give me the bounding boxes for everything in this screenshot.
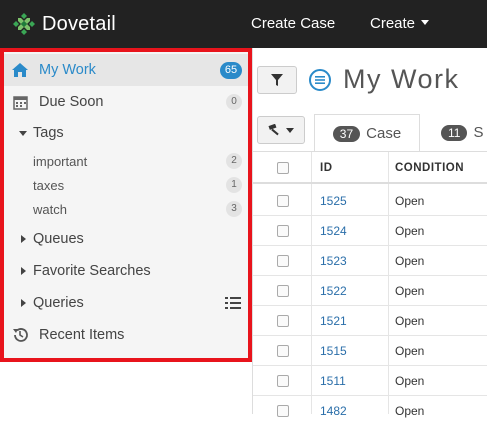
case-id-link[interactable]: 1525 [320,194,347,208]
sidebar: My Work 65 Due Soon 0 Tags important 2 t… [0,48,252,414]
table-row: 1482 Open [253,396,487,426]
sidebar-item-favorite-searches[interactable]: Favorite Searches [4,255,248,287]
case-condition: Open [395,254,425,268]
chevron-right-icon [14,230,32,248]
table-row: 1522 Open [253,276,487,306]
row-checkbox[interactable] [277,255,289,267]
caret-down-icon [286,127,294,133]
table-row: 1523 Open [253,246,487,276]
table-row: 1515 Open [253,336,487,366]
tab-count-badge: 11 [441,124,468,141]
tag-label: important [33,153,88,169]
count-badge: 0 [226,94,242,110]
sidebar-tag-important[interactable]: important 2 [4,149,248,173]
top-navbar: Dovetail Create Case Create [0,0,487,48]
tag-label: taxes [33,177,65,193]
sidebar-tag-watch[interactable]: watch 3 [4,197,248,221]
brand-name: Dovetail [42,12,116,35]
row-checkbox[interactable] [277,285,289,297]
table-row: 1525 Open [253,186,487,216]
chevron-right-icon [14,294,32,312]
sidebar-panel: My Work 65 Due Soon 0 Tags important 2 t… [0,48,252,362]
case-id-link[interactable]: 1522 [320,284,347,298]
history-icon [11,326,29,344]
table-row: 1511 Open [253,366,487,396]
row-checkbox[interactable] [277,225,289,237]
sidebar-item-queues[interactable]: Queues [4,223,248,255]
case-id-link[interactable]: 1523 [320,254,347,268]
chevron-down-icon [14,124,32,142]
brand[interactable]: Dovetail [12,10,116,38]
table-row: 1521 Open [253,306,487,336]
caret-down-icon [421,19,430,25]
chevron-right-icon [14,262,32,280]
sidebar-item-label: Due Soon [39,94,104,110]
sidebar-tag-taxes[interactable]: taxes 1 [4,173,248,197]
case-id-link[interactable]: 1521 [320,314,347,328]
count-badge: 2 [226,153,242,169]
tag-label: watch [33,201,67,217]
row-checkbox[interactable] [277,405,289,417]
row-checkbox[interactable] [277,315,289,327]
sidebar-item-label: Queues [33,231,84,247]
tab-case[interactable]: 37 Case [314,114,420,152]
count-badge: 3 [226,201,242,217]
page-title: My Work [343,64,460,94]
list-circle-icon [309,69,331,91]
sidebar-item-recent-items[interactable]: Recent Items [4,319,248,351]
sidebar-item-due-soon[interactable]: Due Soon 0 [4,86,248,118]
table-header: ID CONDITION [253,152,487,184]
sidebar-item-queries[interactable]: Queries [4,287,248,319]
sidebar-item-label: Recent Items [39,327,125,343]
case-condition: Open [395,194,425,208]
create-dropdown-label: Create [370,15,416,32]
home-icon [11,61,29,79]
list-icon[interactable] [224,295,242,311]
case-condition: Open [395,404,425,418]
case-condition: Open [395,284,425,298]
case-id-link[interactable]: 1524 [320,224,347,238]
tab-label: S [473,124,484,141]
count-badge: 65 [220,61,242,79]
select-all-checkbox[interactable] [277,162,289,174]
case-condition: Open [395,224,425,238]
tab-count-badge: 37 [332,125,361,142]
tools-dropdown-button[interactable] [257,116,305,144]
case-condition: Open [395,344,425,358]
count-badge: 1 [226,177,242,193]
sidebar-item-tags[interactable]: Tags [4,118,248,148]
row-checkbox[interactable] [277,195,289,207]
table-row: 1524 Open [253,216,487,246]
create-dropdown[interactable]: Create [370,15,430,32]
main-content: My Work 37 Case 11 S ID CONDITION 1525 O… [252,48,487,418]
case-id-link[interactable]: 1482 [320,404,347,418]
sidebar-item-label: Favorite Searches [33,263,151,279]
case-condition: Open [395,314,425,328]
create-case-link[interactable]: Create Case [251,15,335,32]
tab-second[interactable]: 11 S [441,124,483,141]
column-header-id[interactable]: ID [320,162,333,174]
column-header-condition[interactable]: CONDITION [395,162,464,174]
case-condition: Open [395,374,425,388]
filter-icon [271,74,283,86]
filter-button[interactable] [257,66,297,94]
dovetail-logo-icon [13,13,35,35]
gavel-icon [268,124,279,136]
row-checkbox[interactable] [277,375,289,387]
case-id-link[interactable]: 1511 [320,374,346,388]
sidebar-item-label: Queries [33,295,84,311]
case-id-link[interactable]: 1515 [320,344,347,358]
sidebar-item-label: My Work [39,62,96,78]
calendar-icon [11,93,29,111]
sidebar-item-my-work[interactable]: My Work 65 [4,54,248,86]
row-checkbox[interactable] [277,345,289,357]
tab-label: Case [366,125,402,142]
sidebar-item-label: Tags [33,125,64,141]
